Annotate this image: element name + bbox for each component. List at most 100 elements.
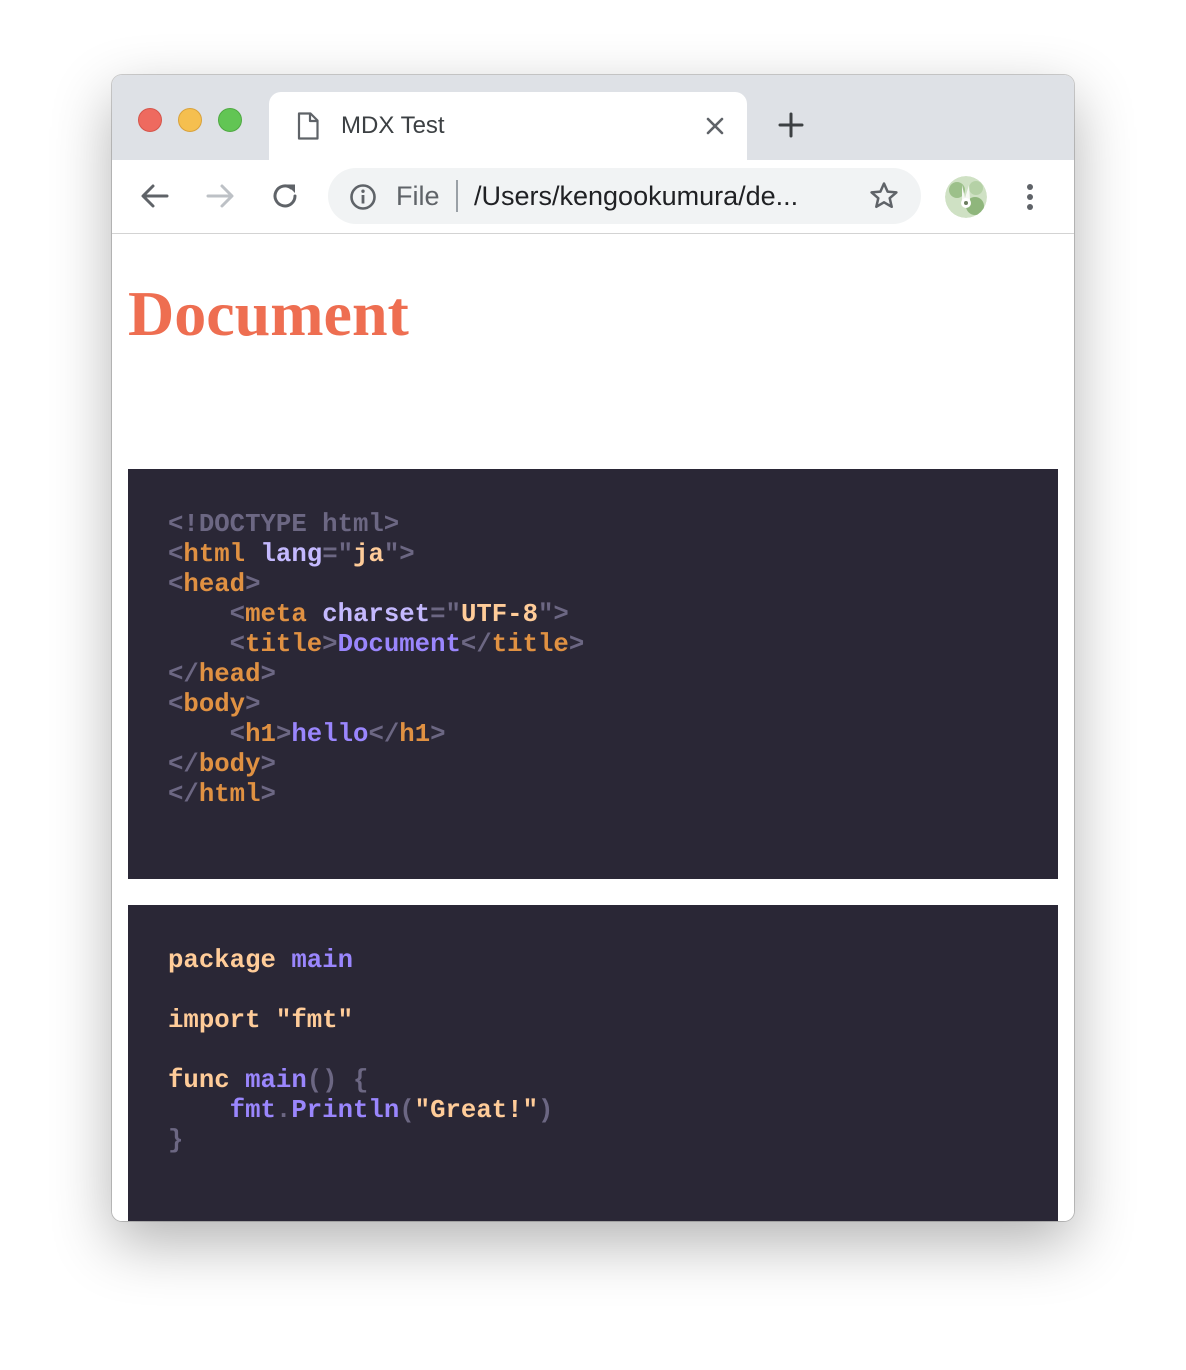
- code-token: >: [568, 630, 585, 659]
- star-icon[interactable]: [868, 180, 900, 212]
- code-token: </: [168, 780, 199, 809]
- go-code-block: package main import "fmt" func main() { fm…: [128, 905, 1058, 1221]
- code-line: import "fmt": [168, 1006, 1018, 1036]
- code-token: >: [260, 780, 276, 809]
- close-icon[interactable]: [703, 114, 727, 138]
- html-code-block: <!DOCTYPE html> <html lang="ja"> <head> <m…: [128, 469, 1058, 879]
- url-text[interactable]: /Users/kengookumura/de...: [474, 180, 854, 212]
- code-token: <: [229, 720, 246, 749]
- code-token: main: [291, 946, 353, 975]
- code-token: fmt: [229, 1096, 276, 1125]
- code-token: Document: [337, 630, 461, 659]
- code-line: <body>: [168, 690, 1018, 720]
- code-token: h1: [245, 720, 276, 749]
- code-token: body: [198, 750, 261, 779]
- code-token: Println: [291, 1096, 400, 1125]
- code-token: (: [399, 1096, 415, 1125]
- code-token: >: [322, 630, 338, 659]
- page-icon: [297, 112, 319, 140]
- code-token: <: [168, 570, 184, 599]
- code-token: "Great!": [414, 1096, 538, 1125]
- code-token: </: [168, 660, 199, 689]
- code-line: }: [168, 1126, 1018, 1156]
- code-token: </: [460, 630, 492, 659]
- chip-divider: [456, 180, 458, 212]
- info-icon[interactable]: [348, 182, 378, 212]
- code-token: () {: [306, 1066, 369, 1095]
- code-token: >: [245, 690, 261, 719]
- code-line: </html>: [168, 780, 1018, 810]
- tab-mdx-test[interactable]: MDX Test: [269, 92, 747, 160]
- code-line: <h1>hello</h1>: [168, 720, 1018, 750]
- code-line: <!DOCTYPE html>: [168, 510, 1018, 540]
- address-bar[interactable]: File /Users/kengookumura/de...: [328, 168, 921, 224]
- code-token: lang: [260, 540, 323, 569]
- code-token: head: [183, 570, 246, 599]
- code-token: ">: [538, 600, 569, 629]
- code-line: </head>: [168, 660, 1018, 690]
- page-title: Document: [128, 278, 409, 349]
- code-line: func main() {: [168, 1066, 1018, 1096]
- code-line: <head>: [168, 570, 1018, 600]
- code-token: html: [183, 540, 246, 569]
- code-token: <: [168, 690, 184, 719]
- code-token: >: [430, 720, 446, 749]
- code-token: <: [229, 630, 246, 659]
- code-token: }: [168, 1126, 184, 1155]
- code-token: >: [245, 570, 261, 599]
- code-token: meta: [245, 600, 307, 629]
- plus-icon[interactable]: [777, 111, 805, 139]
- code-line: package main: [168, 946, 1018, 976]
- code-token: charset: [322, 600, 431, 629]
- code-token: <: [229, 600, 246, 629]
- code-token: package: [168, 946, 276, 975]
- back-arrow-icon[interactable]: [138, 179, 172, 213]
- page-content: Document <!DOCTYPE html> <html lang="ja">…: [112, 234, 1074, 1221]
- code-token: <: [168, 540, 184, 569]
- tab-strip: MDX Test: [112, 75, 1074, 160]
- code-token: head: [198, 660, 261, 689]
- code-token: body: [183, 690, 246, 719]
- code-token: .: [275, 1096, 292, 1125]
- code-token: </: [168, 750, 199, 779]
- code-token: func: [168, 1066, 230, 1095]
- avatar[interactable]: [945, 176, 987, 218]
- code-token: hello: [291, 720, 369, 749]
- browser-window: MDX Test File /Users/kengookumura/de... …: [112, 75, 1074, 1221]
- code-token: UTF-8: [460, 600, 539, 629]
- close-window-button[interactable]: [138, 108, 162, 132]
- zoom-window-button[interactable]: [218, 108, 242, 132]
- code-token: title: [245, 630, 323, 659]
- code-token: </: [368, 720, 400, 749]
- code-token: >: [275, 720, 292, 749]
- code-line: <meta charset="UTF-8">: [168, 600, 1018, 630]
- file-scheme-chip[interactable]: File: [396, 180, 440, 212]
- code-token: h1: [399, 720, 431, 749]
- code-token: import: [168, 1006, 261, 1035]
- avatar-image: [945, 176, 987, 218]
- code-token: >: [260, 750, 276, 779]
- code-token: ): [538, 1096, 554, 1125]
- forward-arrow-icon[interactable]: [203, 179, 237, 213]
- code-line: <html lang="ja">: [168, 540, 1018, 570]
- code-token: =": [430, 600, 461, 629]
- code-token: html: [198, 780, 261, 809]
- code-token: >: [260, 660, 276, 689]
- minimize-window-button[interactable]: [178, 108, 202, 132]
- kebab-menu-icon[interactable]: [1015, 180, 1045, 214]
- code-token: title: [491, 630, 569, 659]
- browser-toolbar: File /Users/kengookumura/de...: [112, 160, 1074, 234]
- tab-title: MDX Test: [341, 112, 445, 139]
- code-token: ">: [383, 540, 415, 569]
- reload-icon[interactable]: [268, 179, 302, 213]
